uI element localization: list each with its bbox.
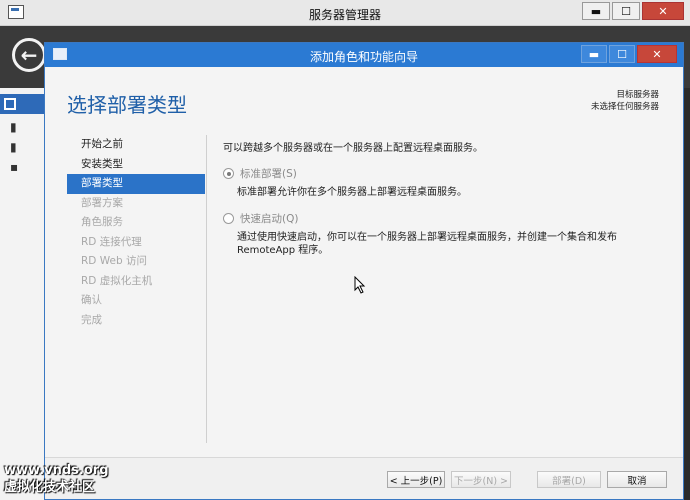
nav-item-confirmation: 确认 xyxy=(81,294,102,306)
quick-start-description: 通过使用快速启动，你可以在一个服务器上部署远程桌面服务，并创建一个集合和发布 R… xyxy=(237,232,617,256)
quick-start-radio[interactable] xyxy=(223,213,234,224)
nav-item-rd-virtualization-host: RD 虚拟化主机 xyxy=(81,274,153,287)
next-button[interactable]: 下一步(N) > xyxy=(451,471,511,488)
wizard-button-bar: < 上一步(P) 下一步(N) > 部署(D) 取消 xyxy=(45,457,683,499)
nav-item-completion: 完成 xyxy=(81,313,102,326)
nav-divider xyxy=(206,135,207,443)
maximize-button[interactable]: ☐ xyxy=(612,2,640,20)
standard-deployment-radio[interactable] xyxy=(223,168,234,179)
option-standard-deployment: 标准部署(S) 标准部署允许你在多个服务器上部署远程桌面服务。 xyxy=(223,166,673,199)
server-manager-titlebar: 服务器管理器 ▬ ☐ ✕ xyxy=(0,0,690,26)
nav-item-before-you-begin[interactable]: 开始之前 xyxy=(67,135,205,155)
back-arrow-icon[interactable]: ← xyxy=(12,38,46,72)
wizard-close-button[interactable]: ✕ xyxy=(637,45,677,63)
nav-item-installation-type[interactable]: 安装类型 xyxy=(67,155,205,175)
site-watermark: www.vnds.org 虚拟化技术社区 xyxy=(4,462,109,496)
watermark-site-name: 虚拟化技术社区 xyxy=(4,480,96,495)
destination-server: 目标服务器 未选择任何服务器 xyxy=(591,89,659,113)
quick-start-label[interactable]: 快速启动(Q) xyxy=(240,211,298,226)
all-servers-icon[interactable]: ▮ xyxy=(4,138,18,154)
mouse-pointer-icon xyxy=(354,276,366,294)
destination-label: 目标服务器 xyxy=(616,90,659,100)
nav-item-deployment-scenario: 部署方案 xyxy=(81,196,123,209)
page-title: 选择部署类型 xyxy=(67,93,187,117)
watermark-url: www.vnds.org xyxy=(4,463,109,478)
wizard-minimize-button[interactable]: ▬ xyxy=(581,45,607,63)
nav-item-role-services: 角色服务 xyxy=(81,216,123,228)
standard-deployment-label[interactable]: 标准部署(S) xyxy=(240,166,297,181)
standard-deployment-description: 标准部署允许你在多个服务器上部署远程桌面服务。 xyxy=(237,187,467,198)
wizard-titlebar: 添加角色和功能向导 ▬ ☐ ✕ xyxy=(45,43,683,67)
wizard-content: 可以跨越多个服务器或在一个服务器上配置远程桌面服务。 标准部署(S) 标准部署允… xyxy=(223,139,673,269)
wizard-nav: 开始之前 安装类型 部署类型 部署方案 角色服务 RD 连接代理 RD Web … xyxy=(67,135,205,330)
deploy-button[interactable]: 部署(D) xyxy=(537,471,601,488)
minimize-button[interactable]: ▬ xyxy=(582,2,610,20)
cancel-button[interactable]: 取消 xyxy=(607,471,667,488)
nav-item-rd-connection-broker: RD 连接代理 xyxy=(81,235,142,248)
close-button[interactable]: ✕ xyxy=(642,2,684,20)
previous-button[interactable]: < 上一步(P) xyxy=(387,471,445,488)
wizard-window-controls: ▬ ☐ ✕ xyxy=(581,45,677,63)
nav-item-rd-web-access: RD Web 访问 xyxy=(81,255,147,267)
file-services-icon[interactable]: ▪ xyxy=(4,158,18,174)
dashboard-icon[interactable] xyxy=(0,94,44,114)
local-server-icon[interactable]: ▮ xyxy=(4,118,18,134)
add-roles-wizard-window: 添加角色和功能向导 ▬ ☐ ✕ 选择部署类型 目标服务器 未选择任何服务器 开始… xyxy=(44,42,684,500)
option-quick-start: 快速启动(Q) 通过使用快速启动，你可以在一个服务器上部署远程桌面服务，并创建一… xyxy=(223,211,673,257)
nav-item-deployment-type[interactable]: 部署类型 xyxy=(67,174,205,194)
destination-value: 未选择任何服务器 xyxy=(590,102,659,112)
wizard-maximize-button[interactable]: ☐ xyxy=(609,45,635,63)
intro-text: 可以跨越多个服务器或在一个服务器上配置远程桌面服务。 xyxy=(223,143,483,154)
server-manager-sidebar: ▮ ▮ ▪ xyxy=(0,88,44,500)
server-manager-window-controls: ▬ ☐ ✕ xyxy=(582,2,684,20)
